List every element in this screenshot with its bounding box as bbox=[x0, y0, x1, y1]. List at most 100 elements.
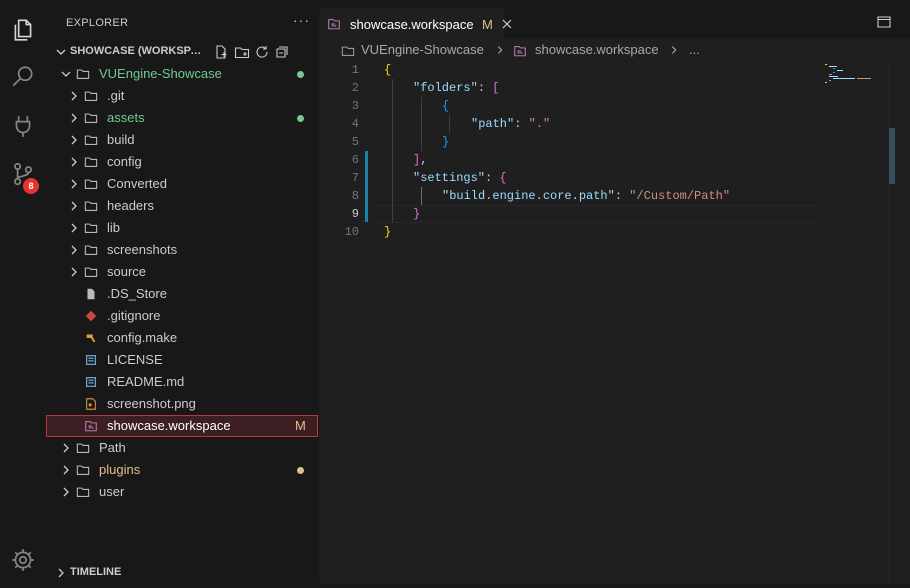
files-icon[interactable] bbox=[10, 17, 36, 43]
minimap[interactable] bbox=[825, 63, 885, 88]
tree-file-screenshot-png[interactable]: screenshot.png bbox=[46, 393, 318, 415]
new-folder-icon[interactable] bbox=[234, 44, 250, 60]
folder-icon bbox=[341, 46, 355, 56]
breadcrumb-folder[interactable]: VUEngine-Showcase bbox=[361, 42, 484, 57]
chevron-right-icon bbox=[63, 487, 69, 497]
workspace-header[interactable]: SHOWCASE (WORKSPACE) bbox=[46, 41, 318, 63]
tree-folder-screenshots[interactable]: screenshots bbox=[46, 239, 318, 261]
tree-file-gitignore[interactable]: .gitignore bbox=[46, 305, 318, 327]
tab-showcase-workspace[interactable]: showcase.workspace M bbox=[319, 8, 512, 39]
tree-folder-config[interactable]: config bbox=[46, 151, 318, 173]
tree-label: Path bbox=[99, 440, 126, 455]
run-debug-icon[interactable] bbox=[10, 113, 36, 139]
code-line[interactable]: ], bbox=[413, 151, 427, 169]
workspace-file-icon bbox=[85, 421, 97, 432]
search-icon[interactable] bbox=[10, 64, 36, 90]
tree-folder-git[interactable]: .git bbox=[46, 85, 318, 107]
tree-label: .gitignore bbox=[107, 308, 161, 323]
workspace-file-icon bbox=[514, 46, 526, 57]
breadcrumb: VUEngine-Showcase showcase.workspace ... bbox=[319, 39, 910, 61]
more-actions-button[interactable]: ··· bbox=[293, 12, 310, 28]
line-number: 4 bbox=[351, 117, 359, 131]
tree-folder-assets[interactable]: assets bbox=[46, 107, 318, 129]
tree-folder-source[interactable]: source bbox=[46, 261, 318, 283]
code-token: "build.engine.core.path" bbox=[442, 189, 615, 203]
folder-icon bbox=[84, 223, 98, 233]
tree-label: Converted bbox=[107, 176, 167, 191]
explorer-sidebar: EXPLORER ··· SHOWCASE (WORKSPACE) VUEngi… bbox=[46, 0, 318, 588]
code-line[interactable]: "settings": { bbox=[413, 169, 507, 187]
tab-modified-indicator: M bbox=[482, 17, 493, 32]
scrollbar-thumb[interactable] bbox=[889, 128, 895, 184]
code-line[interactable]: { bbox=[384, 61, 391, 79]
tree-label: README.md bbox=[107, 374, 185, 389]
code-token: "." bbox=[528, 117, 551, 131]
code-token: [ bbox=[492, 81, 500, 95]
git-diamond-icon bbox=[85, 310, 97, 322]
tree-label: VUEngine-Showcase bbox=[99, 66, 222, 81]
editor-group: showcase.workspace M VUEngine-Showcase s… bbox=[319, 8, 910, 584]
chevron-right-icon bbox=[71, 113, 77, 123]
folder-icon bbox=[76, 487, 90, 497]
code-line[interactable]: } bbox=[413, 205, 420, 223]
tree-folder-headers[interactable]: headers bbox=[46, 195, 318, 217]
tree-folder-build[interactable]: build bbox=[46, 129, 318, 151]
breadcrumb-symbol[interactable]: ... bbox=[689, 42, 700, 57]
folder-icon bbox=[76, 69, 90, 79]
settings-gear-icon[interactable] bbox=[10, 547, 36, 573]
chevron-right-icon bbox=[58, 568, 64, 578]
tree-folder-path[interactable]: Path bbox=[46, 437, 318, 459]
chevron-right-icon bbox=[71, 223, 77, 233]
chevron-right-icon bbox=[671, 46, 677, 54]
chevron-right-icon bbox=[497, 46, 503, 54]
git-status-dot bbox=[297, 115, 304, 122]
code-token: { bbox=[499, 171, 507, 185]
refresh-icon[interactable] bbox=[254, 44, 270, 60]
code-line[interactable]: } bbox=[442, 133, 449, 151]
line-number: 8 bbox=[351, 189, 359, 203]
new-file-icon[interactable] bbox=[213, 44, 229, 60]
close-icon[interactable] bbox=[501, 18, 513, 30]
modified-lines-gutter bbox=[365, 151, 368, 222]
tree-label: screenshots bbox=[107, 242, 178, 257]
chevron-right-icon bbox=[71, 267, 77, 277]
tree-folder-converted[interactable]: Converted bbox=[46, 173, 318, 195]
chevron-right-icon bbox=[63, 443, 69, 453]
breadcrumb-file[interactable]: showcase.workspace bbox=[535, 42, 659, 57]
tree-label: lib bbox=[107, 220, 121, 235]
chevron-right-icon bbox=[71, 201, 77, 211]
code-token: } bbox=[442, 135, 450, 149]
chevron-right-icon bbox=[71, 245, 77, 255]
tree-label: .DS_Store bbox=[107, 286, 167, 301]
toggle-panel-icon[interactable] bbox=[877, 15, 891, 29]
code-line[interactable]: { bbox=[442, 97, 449, 115]
tree-file-readme[interactable]: README.md bbox=[46, 371, 318, 393]
chevron-down-icon bbox=[61, 71, 71, 77]
line-number: 9 bbox=[351, 207, 359, 221]
tree-folder-vuengine-showcase[interactable]: VUEngine-Showcase bbox=[46, 63, 318, 85]
activity-bar: 8 bbox=[0, 0, 46, 588]
chevron-down-icon bbox=[56, 49, 66, 55]
tree-folder-lib[interactable]: lib bbox=[46, 217, 318, 239]
tree-folder-user[interactable]: user bbox=[46, 481, 318, 503]
tree-file-showcase-workspace[interactable]: showcase.workspace M bbox=[46, 415, 318, 437]
code-line[interactable]: "folders": [ bbox=[413, 79, 499, 97]
tree-file-config-make[interactable]: config.make bbox=[46, 327, 318, 349]
code-line[interactable]: "build.engine.core.path": "/Custom/Path" bbox=[442, 187, 730, 205]
line-number: 2 bbox=[351, 81, 359, 95]
code-line[interactable]: } bbox=[384, 223, 391, 241]
tree-file-license[interactable]: LICENSE bbox=[46, 349, 318, 371]
timeline-section-header[interactable]: TIMELINE bbox=[46, 562, 318, 584]
code-line[interactable]: "path": "." bbox=[471, 115, 550, 133]
collapse-all-icon[interactable] bbox=[274, 44, 290, 60]
chevron-right-icon bbox=[63, 465, 69, 475]
tree-label: headers bbox=[107, 198, 154, 213]
indent-guide bbox=[392, 79, 393, 223]
indent-guide bbox=[421, 187, 422, 205]
image-file-icon bbox=[86, 398, 96, 410]
code-token: { bbox=[442, 99, 450, 113]
code-token: : bbox=[485, 171, 500, 185]
tree-folder-plugins[interactable]: plugins bbox=[46, 459, 318, 481]
tree-file-ds-store[interactable]: .DS_Store bbox=[46, 283, 318, 305]
line-number: 6 bbox=[351, 153, 359, 167]
